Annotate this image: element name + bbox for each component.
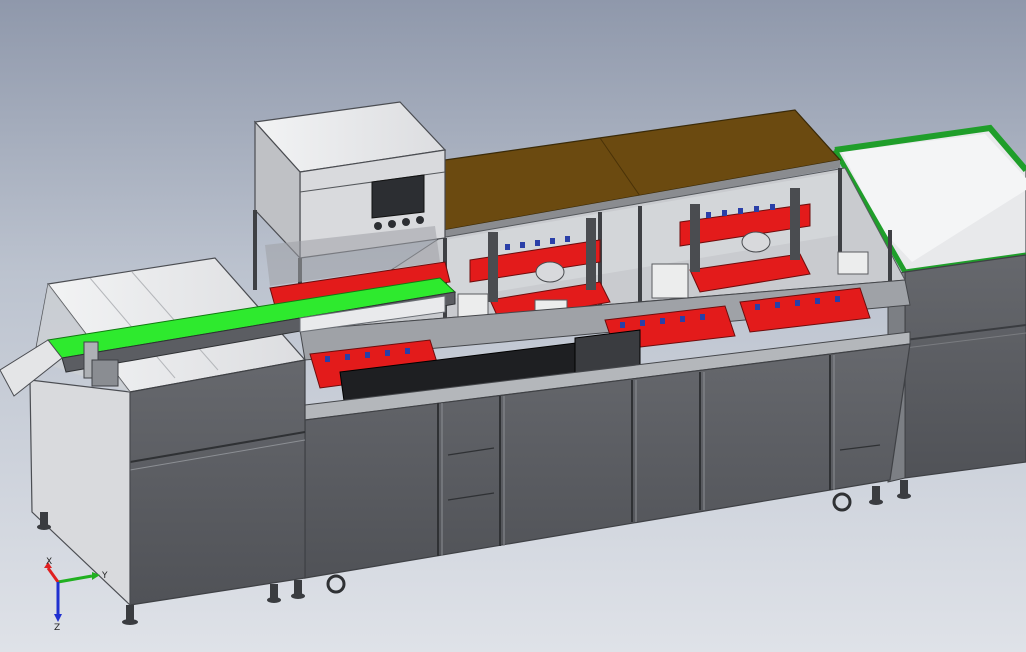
hmi-screen[interactable] <box>371 174 425 219</box>
3d-viewport[interactable]: X Y Z <box>0 0 1026 652</box>
control-button[interactable] <box>402 218 410 226</box>
main-base[interactable] <box>299 279 911 579</box>
control-button[interactable] <box>374 222 382 230</box>
coordinate-triad: X Y Z <box>44 557 108 632</box>
y-axis-label: Y <box>101 571 108 581</box>
control-button[interactable] <box>416 216 424 224</box>
machine-model[interactable] <box>0 0 1026 652</box>
z-axis-label: Z <box>54 623 60 632</box>
x-axis-arrow <box>46 567 60 583</box>
x-axis-label: X <box>46 557 52 567</box>
control-cabinet[interactable] <box>253 101 451 307</box>
y-axis-arrow <box>57 574 93 584</box>
control-button[interactable] <box>388 220 396 228</box>
